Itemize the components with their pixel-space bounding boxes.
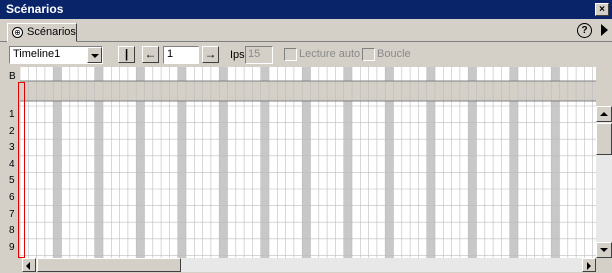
step-forward-button[interactable]: → (202, 46, 219, 63)
panel-menu-arrow-icon[interactable] (601, 24, 608, 36)
channel-label: 3 (9, 142, 15, 154)
close-button[interactable]: × (595, 3, 609, 16)
tab-scenarios[interactable]: ⊕ Scénarios (7, 23, 77, 42)
toolbar: Timeline1 |← ← 1 → Ips 15 Lecture auto B… (0, 43, 612, 75)
scroll-up-icon[interactable] (596, 106, 612, 122)
fps-label: Ips (230, 49, 245, 61)
horizontal-scroll-thumb[interactable] (37, 258, 181, 272)
channel-label: 9 (9, 241, 15, 253)
scroll-right-icon[interactable] (582, 258, 596, 272)
autoplay-checkbox[interactable] (284, 48, 297, 61)
window-title: Scénarios (6, 2, 64, 16)
scroll-left-icon[interactable] (22, 258, 36, 272)
channel-label: 4 (9, 158, 15, 170)
timeline-icon: ⊕ (12, 27, 23, 38)
chevron-down-icon[interactable] (87, 47, 102, 63)
help-button[interactable]: ? (577, 23, 592, 38)
score-grid[interactable] (20, 67, 596, 258)
window-titlebar: Scénarios × (0, 0, 612, 19)
fps-input[interactable]: 15 (245, 46, 273, 64)
frame-input[interactable]: 1 (163, 46, 199, 64)
timeline-select-value: Timeline1 (13, 48, 61, 60)
loop-checkbox[interactable] (362, 48, 375, 61)
channel-label: 1 (9, 109, 15, 120)
tab-row: ⊕ Scénarios ? (0, 19, 612, 42)
channel-label: 2 (9, 125, 15, 137)
behavior-channel-label: B (9, 71, 16, 82)
horizontal-scrollbar[interactable] (22, 258, 596, 272)
vertical-scrollbar[interactable] (596, 106, 612, 258)
loop-label: Boucle (377, 48, 411, 60)
tab-label: Scénarios (27, 26, 76, 38)
vertical-scroll-thumb[interactable] (596, 123, 612, 155)
scroll-down-icon[interactable] (596, 242, 612, 258)
rewind-button[interactable]: |← (118, 46, 135, 75)
step-back-button[interactable]: ← (142, 46, 159, 63)
playhead-marker[interactable] (18, 82, 25, 258)
autoplay-label: Lecture auto (299, 48, 361, 60)
channel-label: 8 (9, 225, 15, 237)
timeline-select[interactable]: Timeline1 (9, 46, 103, 64)
channel-label: 5 (9, 175, 15, 187)
channel-label: 7 (9, 208, 15, 220)
channel-label: 6 (9, 192, 15, 203)
